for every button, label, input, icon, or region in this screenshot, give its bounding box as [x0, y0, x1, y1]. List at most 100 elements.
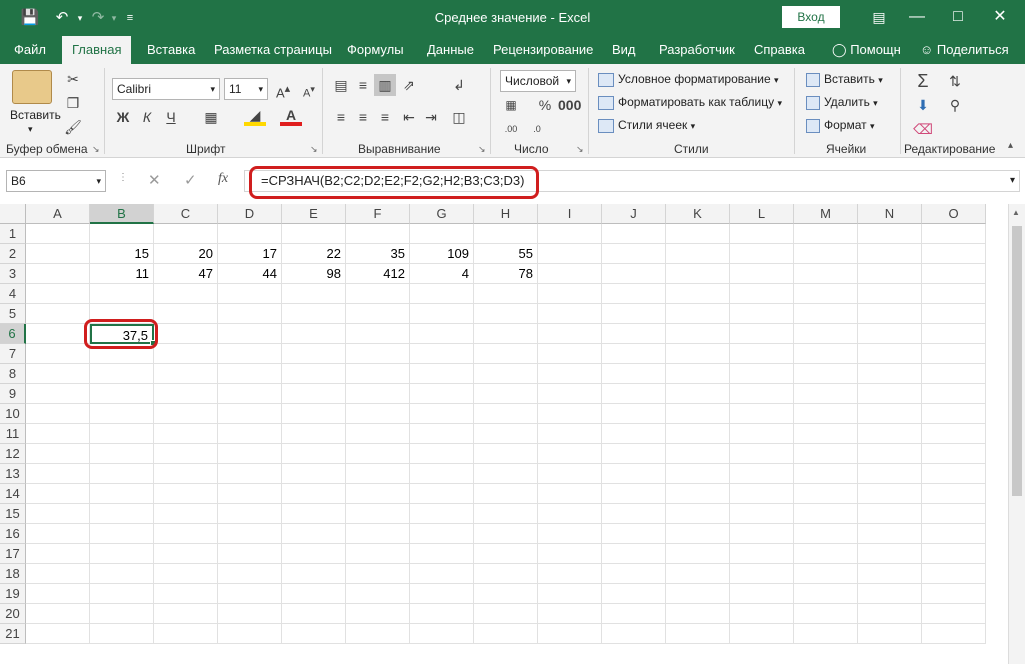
cell-e14[interactable]	[282, 484, 346, 504]
cell-g7[interactable]	[410, 344, 474, 364]
cell-d15[interactable]	[218, 504, 282, 524]
cell-i6[interactable]	[538, 324, 602, 344]
cell-m6[interactable]	[794, 324, 858, 344]
row-header-16[interactable]: 16	[0, 524, 26, 544]
cell-f13[interactable]	[346, 464, 410, 484]
cell-g19[interactable]	[410, 584, 474, 604]
tab-help[interactable]: Справка	[752, 36, 807, 64]
column-header-g[interactable]: G	[410, 204, 474, 224]
cell-o13[interactable]	[922, 464, 986, 484]
cell-m21[interactable]	[794, 624, 858, 644]
cell-l20[interactable]	[730, 604, 794, 624]
cell-b3[interactable]: 11	[90, 264, 154, 284]
tab-view[interactable]: Вид	[610, 36, 638, 64]
column-header-f[interactable]: F	[346, 204, 410, 224]
cell-o7[interactable]	[922, 344, 986, 364]
cell-k21[interactable]	[666, 624, 730, 644]
align-center-icon[interactable]: ≡	[352, 106, 374, 128]
cell-i17[interactable]	[538, 544, 602, 564]
cell-c20[interactable]	[154, 604, 218, 624]
cell-j12[interactable]	[602, 444, 666, 464]
accounting-format-icon[interactable]: ▦	[500, 94, 522, 116]
cell-n15[interactable]	[858, 504, 922, 524]
delete-cells-button[interactable]: Удалить ▾	[806, 95, 878, 110]
cell-i13[interactable]	[538, 464, 602, 484]
cell-h19[interactable]	[474, 584, 538, 604]
increase-indent-icon[interactable]: ⇥	[420, 106, 442, 128]
cell-g21[interactable]	[410, 624, 474, 644]
cell-g5[interactable]	[410, 304, 474, 324]
cell-l17[interactable]	[730, 544, 794, 564]
cell-m3[interactable]	[794, 264, 858, 284]
cell-a11[interactable]	[26, 424, 90, 444]
cell-f18[interactable]	[346, 564, 410, 584]
cell-i11[interactable]	[538, 424, 602, 444]
cell-a10[interactable]	[26, 404, 90, 424]
cell-e20[interactable]	[282, 604, 346, 624]
cell-n11[interactable]	[858, 424, 922, 444]
cell-f10[interactable]	[346, 404, 410, 424]
cell-k5[interactable]	[666, 304, 730, 324]
cell-f14[interactable]	[346, 484, 410, 504]
cell-o4[interactable]	[922, 284, 986, 304]
cell-n18[interactable]	[858, 564, 922, 584]
cell-d14[interactable]	[218, 484, 282, 504]
cell-n21[interactable]	[858, 624, 922, 644]
cell-b4[interactable]	[90, 284, 154, 304]
increase-decimal-icon[interactable]: .00	[500, 118, 522, 140]
cell-e17[interactable]	[282, 544, 346, 564]
cell-g14[interactable]	[410, 484, 474, 504]
row-header-18[interactable]: 18	[0, 564, 26, 584]
collapse-ribbon-icon[interactable]: ▴	[1008, 140, 1013, 151]
cell-h9[interactable]	[474, 384, 538, 404]
cell-f4[interactable]	[346, 284, 410, 304]
select-all-corner[interactable]	[0, 204, 26, 224]
comma-style-icon[interactable]: 000	[558, 94, 581, 116]
cell-a4[interactable]	[26, 284, 90, 304]
column-header-d[interactable]: D	[218, 204, 282, 224]
align-middle-icon[interactable]: ≡	[352, 74, 374, 96]
cell-j18[interactable]	[602, 564, 666, 584]
cell-m15[interactable]	[794, 504, 858, 524]
cell-f8[interactable]	[346, 364, 410, 384]
cell-m1[interactable]	[794, 224, 858, 244]
cell-g3[interactable]: 4	[410, 264, 474, 284]
cell-a18[interactable]	[26, 564, 90, 584]
clear-icon[interactable]: ⌫	[912, 118, 934, 140]
paste-button[interactable]: Вставить	[10, 108, 61, 122]
cell-d13[interactable]	[218, 464, 282, 484]
cell-b10[interactable]	[90, 404, 154, 424]
cell-e16[interactable]	[282, 524, 346, 544]
cell-f16[interactable]	[346, 524, 410, 544]
cell-h15[interactable]	[474, 504, 538, 524]
cell-k2[interactable]	[666, 244, 730, 264]
expand-formula-bar-icon[interactable]: ▾	[1010, 171, 1015, 191]
tab-page-layout[interactable]: Разметка страницы	[212, 36, 334, 64]
cell-d1[interactable]	[218, 224, 282, 244]
cell-k6[interactable]	[666, 324, 730, 344]
cell-c2[interactable]: 20	[154, 244, 218, 264]
cell-j21[interactable]	[602, 624, 666, 644]
cell-o16[interactable]	[922, 524, 986, 544]
cell-b8[interactable]	[90, 364, 154, 384]
cell-b14[interactable]	[90, 484, 154, 504]
number-launcher-icon[interactable]: ↘	[576, 144, 584, 155]
cell-l7[interactable]	[730, 344, 794, 364]
cell-l4[interactable]	[730, 284, 794, 304]
merge-center-icon[interactable]: ◫	[448, 106, 470, 128]
cell-m9[interactable]	[794, 384, 858, 404]
cell-i3[interactable]	[538, 264, 602, 284]
cell-k4[interactable]	[666, 284, 730, 304]
cell-a5[interactable]	[26, 304, 90, 324]
cell-n7[interactable]	[858, 344, 922, 364]
tell-me-search[interactable]: ◯ Помощн	[830, 36, 903, 64]
cell-o2[interactable]	[922, 244, 986, 264]
conditional-formatting-button[interactable]: Условное форматирование ▾	[598, 72, 779, 87]
cell-i12[interactable]	[538, 444, 602, 464]
cell-h10[interactable]	[474, 404, 538, 424]
cell-c8[interactable]	[154, 364, 218, 384]
cell-k16[interactable]	[666, 524, 730, 544]
underline-button[interactable]: Ч	[160, 106, 182, 128]
cell-n6[interactable]	[858, 324, 922, 344]
cell-k8[interactable]	[666, 364, 730, 384]
